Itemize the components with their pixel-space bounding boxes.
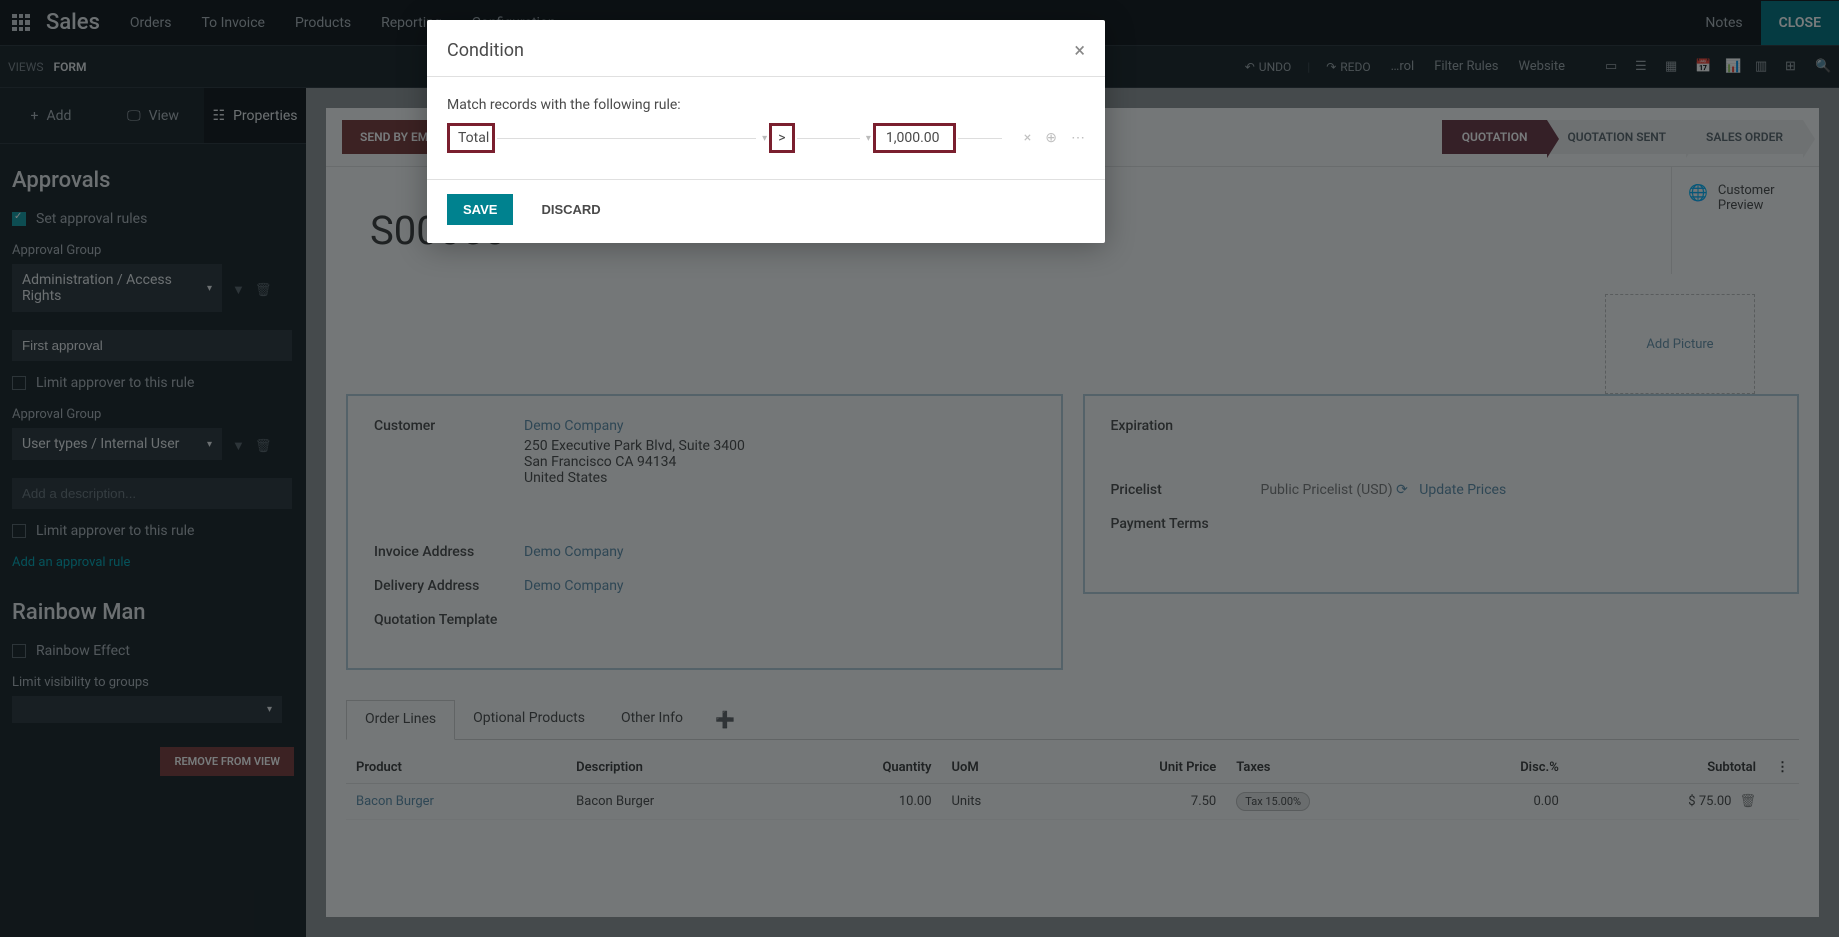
- condition-operator-select[interactable]: >: [769, 123, 794, 153]
- save-button[interactable]: SAVE: [447, 194, 513, 225]
- modal-close-button[interactable]: ×: [1074, 38, 1085, 62]
- condition-value-text: 1,000.00: [886, 130, 940, 146]
- condition-field-select[interactable]: Total: [447, 123, 495, 153]
- add-condition-icon[interactable]: ⊕: [1045, 130, 1057, 146]
- condition-modal: Condition × Match records with the follo…: [427, 20, 1105, 243]
- condition-field-value: Total: [458, 130, 489, 146]
- condition-value-input[interactable]: 1,000.00: [873, 123, 956, 153]
- discard-button[interactable]: DISCARD: [527, 194, 614, 225]
- condition-row: Total ▾ > ▾ 1,000.00 × ⊕ ⋯: [447, 123, 1085, 153]
- caret-down-icon: ▾: [866, 133, 871, 144]
- caret-down-icon: ▾: [762, 133, 767, 144]
- modal-title: Condition: [447, 40, 524, 61]
- more-condition-icon[interactable]: ⋯: [1071, 130, 1085, 146]
- condition-operator-value: >: [778, 130, 785, 146]
- remove-condition-icon[interactable]: ×: [1024, 130, 1031, 146]
- modal-instruction: Match records with the following rule:: [447, 97, 1085, 113]
